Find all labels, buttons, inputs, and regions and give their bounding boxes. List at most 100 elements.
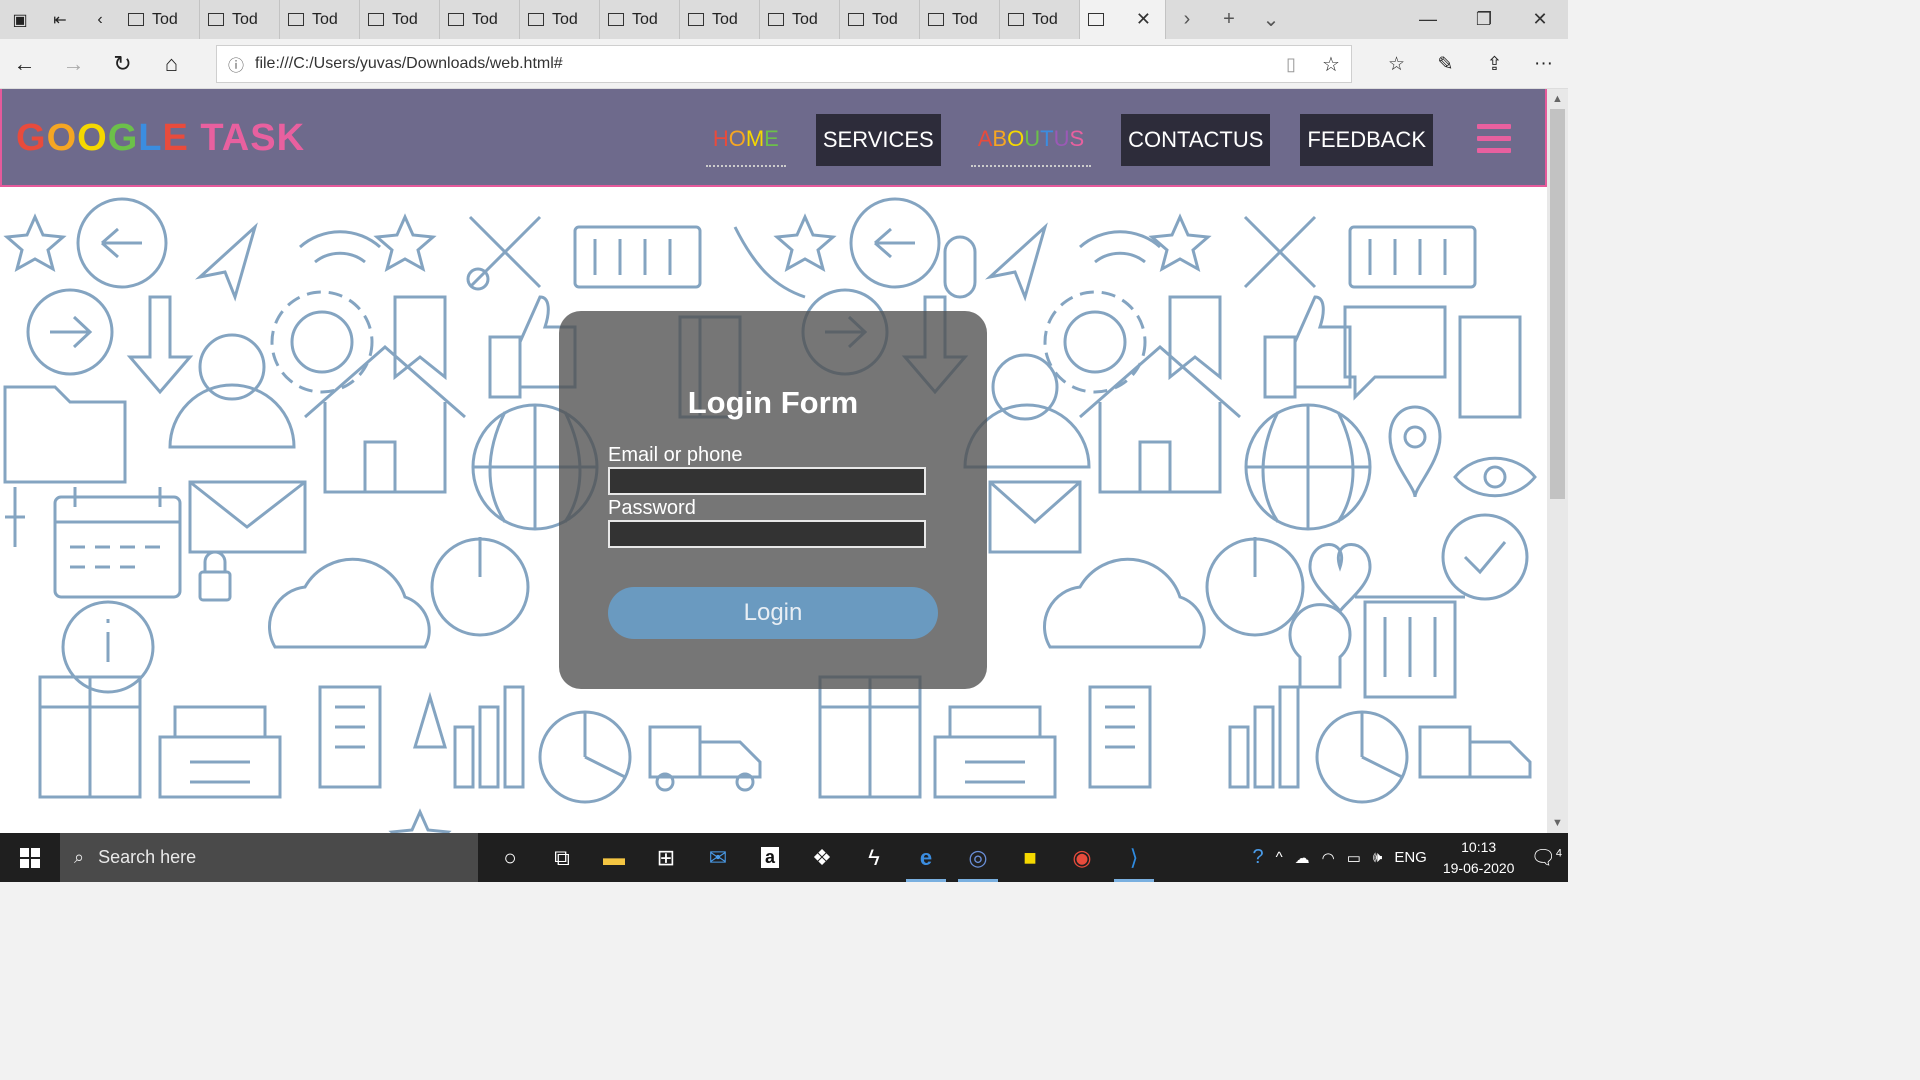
tab-label: Tod [552, 10, 578, 28]
cortana-icon[interactable]: ○ [484, 833, 536, 882]
sticky-notes-icon[interactable]: ■ [1004, 833, 1056, 882]
browser-tab[interactable]: Tod [680, 0, 760, 39]
help-icon[interactable]: ? [1246, 846, 1269, 869]
browser-tab[interactable]: Tod [440, 0, 520, 39]
onedrive-icon[interactable]: ☁ [1289, 849, 1316, 867]
refresh-button[interactable]: ↻ [98, 39, 147, 89]
mail-icon[interactable]: ✉ [692, 833, 744, 882]
page-icon [1008, 13, 1024, 26]
nav-aboutus[interactable]: ABOUTUS [970, 113, 1092, 167]
set-tabs-aside-icon[interactable]: ⇤ [40, 0, 80, 39]
dropbox-icon[interactable]: ❖ [796, 833, 848, 882]
nav-aboutus-label: ABOUTUS [977, 126, 1085, 151]
favorite-star-icon[interactable]: ☆ [1311, 52, 1351, 77]
tab-strip: ▣ ⇤ ‹ Tod Tod Tod Tod Tod Tod Tod Tod Tod Tod Tod T… [0, 0, 1568, 39]
page-icon [768, 13, 784, 26]
taskbar-search[interactable]: ⌕ Search here [60, 833, 478, 882]
reading-view-icon[interactable]: ▯ [1271, 54, 1311, 75]
forward-button[interactable]: → [49, 39, 98, 89]
scroll-down-icon[interactable]: ▼ [1547, 813, 1568, 833]
nav-services[interactable]: SERVICES [815, 114, 941, 166]
vscode-icon[interactable]: ⟩ [1108, 833, 1160, 882]
login-button[interactable]: Login [608, 587, 938, 639]
show-hidden-icons-chevron-icon[interactable]: ^ [1270, 849, 1289, 866]
browser-tab[interactable]: Tod [200, 0, 280, 39]
language-indicator[interactable]: ENG [1388, 849, 1433, 866]
nav-feedback[interactable]: FEEDBACK [1300, 114, 1433, 166]
hamburger-menu-icon[interactable] [1477, 124, 1511, 160]
scroll-tabs-left-icon[interactable]: ‹ [80, 0, 120, 39]
tab-label: Tod [632, 10, 658, 28]
tab-label: Tod [712, 10, 738, 28]
page-scrollbar[interactable]: ▲ ▼ [1547, 89, 1568, 833]
browser-tab[interactable]: Tod [520, 0, 600, 39]
clock[interactable]: 10:13 19-06-2020 [1433, 837, 1525, 879]
more-options-icon[interactable]: ··· [1519, 39, 1568, 89]
notification-count: 4 [1555, 847, 1562, 860]
password-field[interactable] [608, 520, 926, 548]
site-logo[interactable]: GOOGLE TASK [16, 117, 305, 160]
home-button[interactable]: ⌂ [147, 39, 196, 89]
url-text[interactable]: file:///C:/Users/yuvas/Downloads/web.htm… [255, 55, 1271, 73]
volume-icon[interactable]: 🕪 [1367, 849, 1388, 866]
favorites-icon[interactable]: ☆ [1372, 39, 1421, 89]
browser-tab[interactable]: Tod [760, 0, 840, 39]
address-bar[interactable]: ⓘ file:///C:/Users/yuvas/Downloads/web.h… [216, 45, 1352, 83]
info-icon[interactable]: ⓘ [217, 52, 255, 76]
scroll-tabs-right-icon[interactable]: › [1166, 0, 1208, 39]
browser-tab[interactable]: Tod [120, 0, 200, 39]
close-window-icon[interactable]: ✕ [1512, 0, 1568, 39]
tab-label: Tod [952, 10, 978, 28]
browser-tab[interactable]: Tod [1000, 0, 1080, 39]
task-view-icon[interactable]: ⧉ [536, 833, 588, 882]
login-form: Login Form Email or phone Password Login [559, 311, 987, 689]
browser-tab[interactable]: Tod [600, 0, 680, 39]
nav-services-label: SERVICES [822, 127, 934, 152]
windows-taskbar: ⌕ Search here ○ ⧉ ▬ ⊞ ✉ a ❖ ϟ e ◎ ■ ◉ ⟩ … [0, 833, 1568, 882]
chrome-icon[interactable]: ◉ [1056, 833, 1108, 882]
page-icon [128, 13, 144, 26]
tab-active[interactable]: ✕ [1080, 0, 1166, 39]
search-icon: ⌕ [74, 847, 85, 867]
store-icon[interactable]: ⊞ [640, 833, 692, 882]
close-tab-icon[interactable]: ✕ [1136, 9, 1151, 30]
page-icon [368, 13, 384, 26]
browser-tab[interactable]: Tod [360, 0, 440, 39]
page-icon [688, 13, 704, 26]
battery-icon[interactable]: ▭ [1341, 849, 1367, 867]
page-icon [208, 13, 224, 26]
back-button[interactable]: ← [0, 39, 49, 89]
new-tab-icon[interactable]: + [1208, 0, 1250, 39]
nav-contactus[interactable]: CONTACTUS [1121, 114, 1271, 166]
sway-icon[interactable]: ϟ [848, 833, 900, 882]
restore-icon[interactable]: ❐ [1456, 0, 1512, 39]
chrome-remote-icon[interactable]: ◎ [952, 833, 1004, 882]
login-title: Login Form [687, 385, 859, 420]
browser-tab[interactable]: Tod [920, 0, 1000, 39]
tab-preview-icon[interactable]: ▣ [0, 0, 40, 39]
amazon-icon[interactable]: a [744, 833, 796, 882]
edge-icon[interactable]: e [900, 833, 952, 882]
notes-pen-icon[interactable]: ✎ [1421, 39, 1470, 89]
page-icon [1088, 13, 1104, 26]
clock-time: 10:13 [1461, 838, 1497, 855]
notification-center-icon[interactable]: 🗨4 [1524, 845, 1568, 870]
scroll-up-icon[interactable]: ▲ [1547, 89, 1568, 109]
page-icon [448, 13, 464, 26]
page-icon [528, 13, 544, 26]
scrollbar-thumb[interactable] [1550, 109, 1565, 499]
tab-label: Tod [872, 10, 898, 28]
minimize-icon[interactable]: — [1400, 0, 1456, 39]
page-icon [288, 13, 304, 26]
start-button[interactable] [0, 833, 60, 882]
nav-home[interactable]: HOME [705, 113, 786, 167]
tab-list-chevron-icon[interactable]: ⌄ [1250, 0, 1292, 39]
email-field[interactable] [608, 467, 926, 495]
tab-label: Tod [312, 10, 338, 28]
tab-label: Tod [472, 10, 498, 28]
file-explorer-icon[interactable]: ▬ [588, 833, 640, 882]
share-icon[interactable]: ⇪ [1470, 39, 1519, 89]
browser-tab[interactable]: Tod [280, 0, 360, 39]
wifi-icon[interactable]: ◠ [1316, 849, 1341, 867]
browser-tab[interactable]: Tod [840, 0, 920, 39]
